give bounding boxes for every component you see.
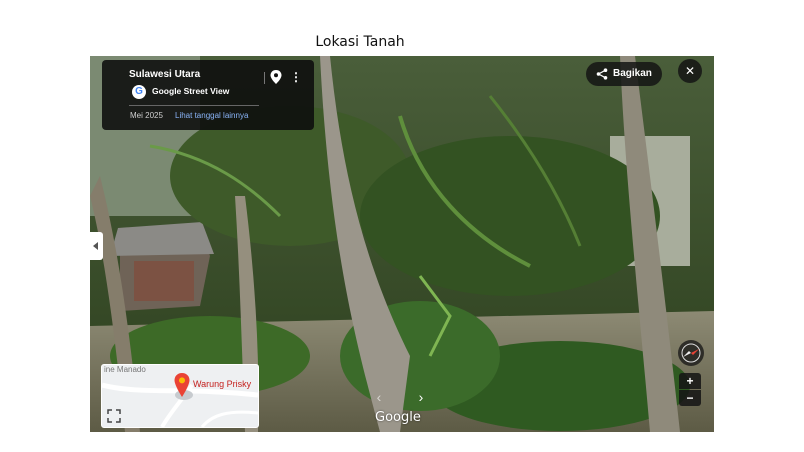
zoom-out-button[interactable]: −	[679, 390, 701, 406]
compass-icon[interactable]	[678, 340, 704, 366]
chevron-left-icon	[93, 242, 98, 250]
map-pin-icon	[174, 373, 190, 397]
location-title: Sulawesi Utara	[129, 69, 201, 80]
compass-needle	[681, 343, 701, 363]
share-label: Bagikan	[613, 68, 652, 79]
collapse-panel-button[interactable]	[90, 232, 103, 260]
share-icon	[596, 68, 608, 80]
google-watermark: Google	[375, 410, 421, 425]
map-label-place: Warung Prisky	[193, 379, 252, 389]
navigate-forward-arrow[interactable]: ›	[414, 389, 428, 405]
more-dates-link[interactable]: Lihat tanggal lainnya	[175, 111, 248, 120]
location-info-card: Sulawesi Utara G Google Street View ⋮ Me…	[102, 60, 314, 130]
zoom-in-button[interactable]: +	[679, 373, 701, 389]
map-pin-icon[interactable]	[270, 70, 282, 84]
minimap[interactable]: ine Manado Warung Prisky	[101, 364, 259, 428]
google-logo-icon: G	[132, 85, 146, 99]
divider	[264, 72, 265, 84]
more-vert-icon[interactable]: ⋮	[290, 70, 302, 84]
close-icon[interactable]: ✕	[678, 59, 702, 83]
slide-title: Lokasi Tanah	[315, 34, 405, 50]
expand-icon[interactable]	[107, 409, 121, 423]
share-button[interactable]: Bagikan	[586, 62, 662, 86]
street-view-panorama[interactable]: Sulawesi Utara G Google Street View ⋮ Me…	[90, 56, 714, 432]
capture-date: Mei 2025	[130, 111, 163, 120]
navigate-back-arrow[interactable]: ‹	[372, 389, 386, 405]
product-name: Google Street View	[152, 86, 230, 96]
map-label-city: ine Manado	[104, 365, 146, 374]
divider	[129, 105, 259, 106]
